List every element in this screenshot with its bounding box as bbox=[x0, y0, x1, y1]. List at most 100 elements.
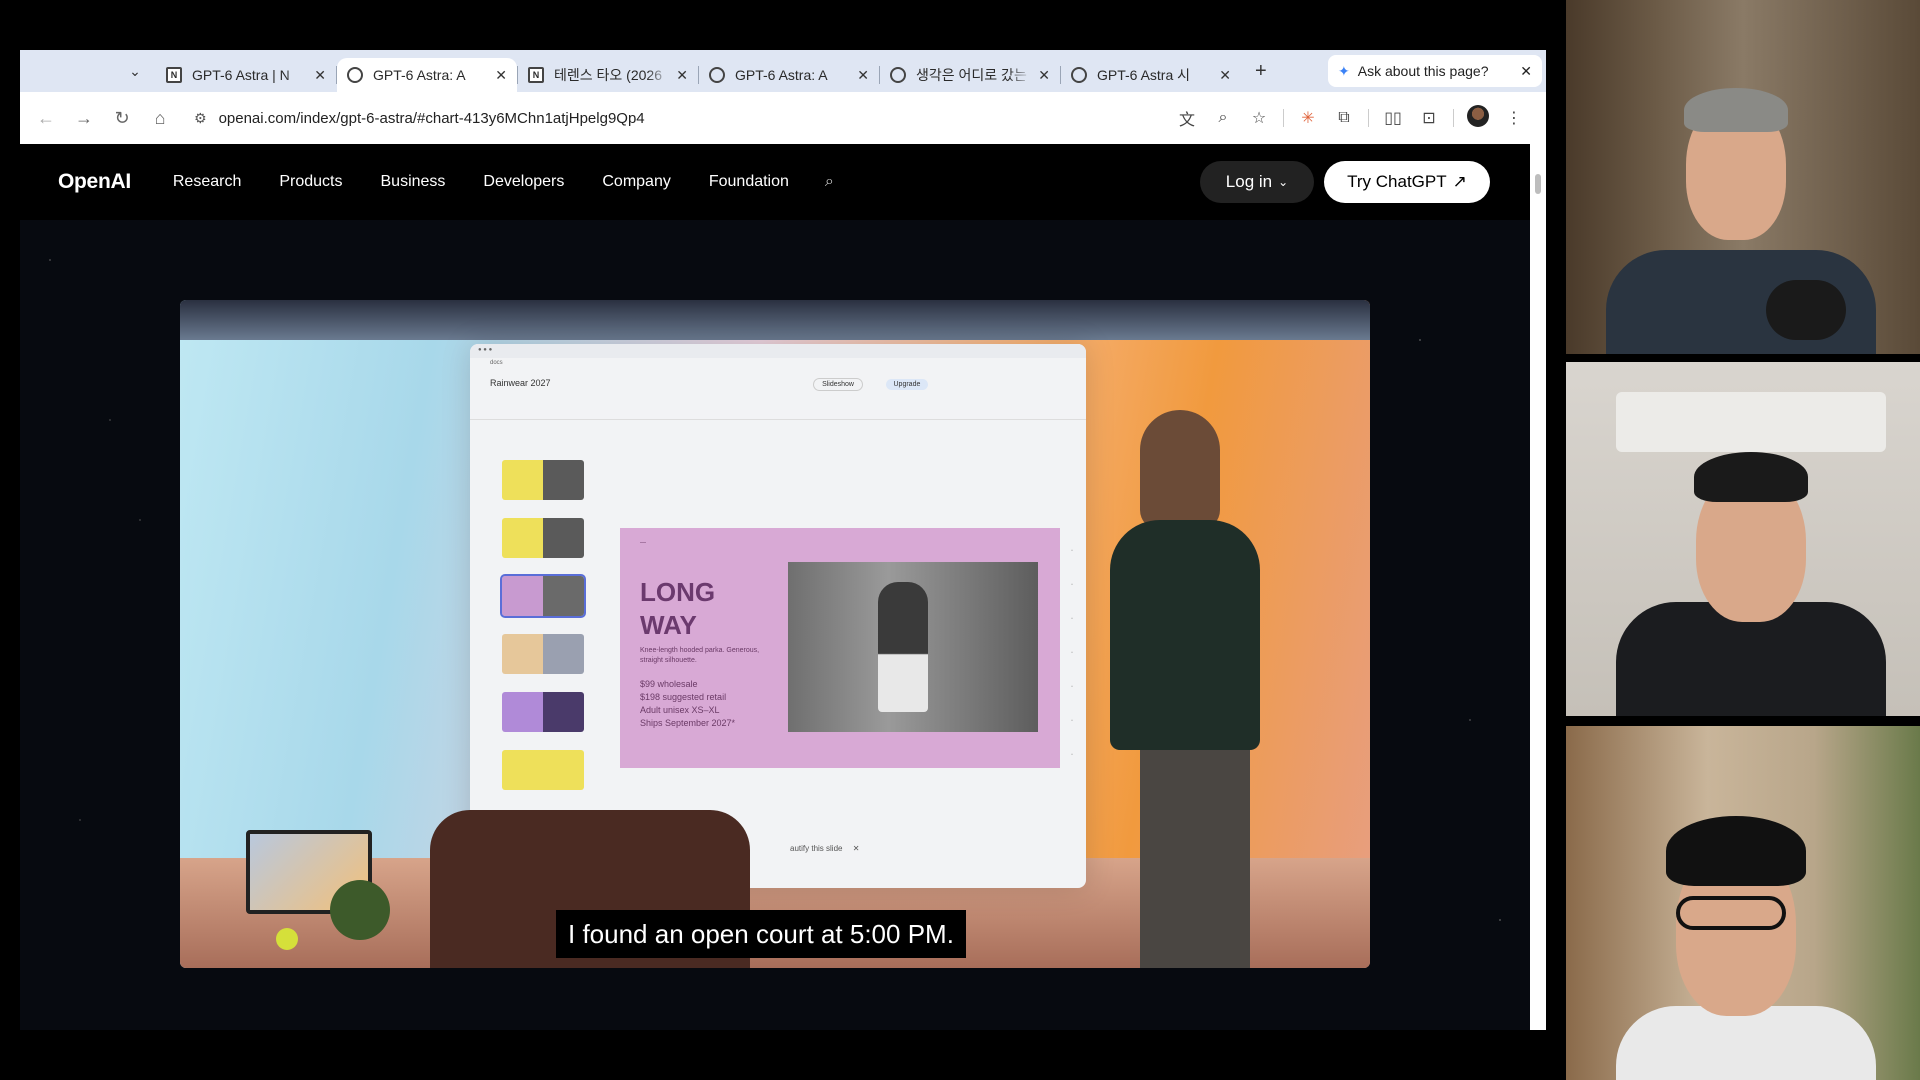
primary-nav: Research Products Business Developers Co… bbox=[173, 173, 789, 191]
login-button[interactable]: Log in ⌄ bbox=[1200, 161, 1314, 203]
video-ceiling bbox=[180, 300, 1370, 340]
projected-slides-app: ● ● ● docs Rainwear 2027 Slideshow Upgra… bbox=[470, 344, 1086, 888]
video-player[interactable]: ● ● ● docs Rainwear 2027 Slideshow Upgra… bbox=[180, 300, 1370, 968]
profile-avatar[interactable] bbox=[1460, 104, 1496, 132]
ask-about-page-button[interactable]: ✦ Ask about this page? ✕ bbox=[1328, 55, 1542, 87]
back-icon[interactable]: ← bbox=[32, 108, 60, 129]
divider bbox=[1283, 109, 1284, 127]
notion-favicon-icon: N bbox=[528, 67, 544, 83]
translate-icon[interactable]: 文 bbox=[1169, 106, 1205, 130]
slide-prices: $99 wholesale $198 suggested retail Adul… bbox=[640, 678, 735, 730]
model-figure bbox=[878, 582, 928, 712]
try-chatgpt-button[interactable]: Try ChatGPT ↗ bbox=[1324, 161, 1490, 203]
ask-label: Ask about this page? bbox=[1357, 63, 1489, 79]
browser-tab[interactable]: GPT-6 Astra 시 ✕ bbox=[1061, 58, 1241, 92]
home-icon[interactable]: ⌂ bbox=[146, 108, 174, 129]
reading-mode-icon[interactable]: ▯▯ bbox=[1375, 108, 1411, 128]
price-line: $198 suggested retail bbox=[640, 692, 727, 703]
hair bbox=[1684, 88, 1788, 132]
upgrade-button: Upgrade bbox=[885, 379, 929, 390]
menu-kebab-icon[interactable]: ⋮ bbox=[1496, 108, 1532, 128]
arrow-up-right-icon: ↗ bbox=[1452, 172, 1467, 191]
thumbnail bbox=[502, 750, 584, 790]
address-bar[interactable]: ⚙ openai.com/index/gpt-6-astra/#chart-41… bbox=[194, 100, 1174, 136]
nav-company[interactable]: Company bbox=[602, 173, 670, 191]
slide-side-rail: ▫ ▫ ▫ ▫ ▫ ▫ ▫ bbox=[1071, 548, 1073, 758]
site-info-icon[interactable]: ⚙ bbox=[194, 110, 207, 127]
thumbnail bbox=[500, 574, 586, 618]
close-icon[interactable]: ✕ bbox=[676, 67, 688, 84]
close-icon[interactable]: ✕ bbox=[495, 67, 507, 84]
forward-icon[interactable]: → bbox=[70, 108, 98, 129]
screenshot-icon[interactable]: ⊡ bbox=[1411, 108, 1447, 128]
nav-research[interactable]: Research bbox=[173, 173, 241, 191]
tab-title: 테렌스 타오 (2026 bbox=[554, 67, 662, 83]
glasses bbox=[1676, 896, 1786, 930]
toolbar-icons: 文 ⌕ ☆ ✳ ⧉ ▯▯ ⊡ ⋮ bbox=[1169, 102, 1532, 134]
browser-tab[interactable]: N GPT-6 Astra | N ✕ bbox=[156, 58, 336, 92]
price-line: Ships September 2027* bbox=[640, 718, 736, 729]
slide-thumbnails bbox=[488, 460, 586, 808]
reload-icon[interactable]: ↻ bbox=[108, 108, 136, 129]
beautify-prompt: autify this slide ✕ bbox=[790, 844, 859, 853]
zoom-icon[interactable]: ⌕ bbox=[1205, 109, 1241, 127]
microphone-icon bbox=[1766, 280, 1846, 340]
openai-logo[interactable]: OpenAI bbox=[58, 170, 131, 194]
nav-foundation[interactable]: Foundation bbox=[709, 173, 789, 191]
openai-favicon-icon bbox=[347, 67, 363, 83]
tennis-ball bbox=[276, 928, 298, 950]
openai-favicon-icon bbox=[709, 67, 725, 83]
hair bbox=[1694, 452, 1808, 502]
scroll-thumb[interactable] bbox=[1535, 174, 1541, 194]
cta-label: Try ChatGPT bbox=[1347, 172, 1447, 191]
trousers bbox=[1140, 750, 1250, 968]
close-icon[interactable]: ✕ bbox=[1520, 63, 1532, 80]
tab-title: GPT-6 Astra: A bbox=[735, 67, 828, 83]
close-icon[interactable]: ✕ bbox=[1219, 67, 1231, 84]
nav-business[interactable]: Business bbox=[381, 173, 446, 191]
projected-address: docs bbox=[490, 360, 503, 366]
slide-title-line: WAY bbox=[640, 609, 697, 640]
globe-favicon-icon bbox=[1071, 67, 1087, 83]
close-icon[interactable]: ✕ bbox=[857, 67, 869, 84]
extensions-puzzle-icon[interactable]: ⧉ bbox=[1326, 109, 1362, 127]
globe-favicon-icon bbox=[890, 67, 906, 83]
projected-menu: Rainwear 2027 Slideshow Upgrade bbox=[470, 372, 1086, 402]
active-slide: — LONG WAY Knee-length hooded parka. Gen… bbox=[620, 528, 1060, 768]
close-icon[interactable]: ✕ bbox=[314, 67, 326, 84]
thumbnail bbox=[502, 460, 584, 500]
woman-figure bbox=[1100, 410, 1280, 968]
search-icon[interactable]: ⌕ bbox=[825, 173, 834, 191]
login-label: Log in bbox=[1225, 172, 1273, 191]
deck-title: Rainwear 2027 bbox=[490, 378, 551, 388]
video-caption: I found an open court at 5:00 PM. bbox=[556, 910, 966, 958]
close-icon: ✕ bbox=[852, 844, 860, 853]
thumbnail bbox=[502, 692, 584, 732]
tab-search-icon[interactable]: ⌄ bbox=[122, 58, 148, 84]
slide-photo bbox=[788, 562, 1038, 732]
sparkle-icon: ✦ bbox=[1338, 62, 1350, 79]
bookmark-star-icon[interactable]: ☆ bbox=[1241, 108, 1277, 128]
nav-products[interactable]: Products bbox=[279, 173, 342, 191]
browser-tab[interactable]: 생각은 어디로 갔는 ✕ bbox=[880, 58, 1060, 92]
hair bbox=[1666, 816, 1806, 886]
nav-developers[interactable]: Developers bbox=[483, 173, 564, 191]
air-conditioner bbox=[1616, 392, 1886, 452]
projected-tabs: ● ● ● bbox=[470, 344, 1086, 358]
page-scrollbar[interactable] bbox=[1530, 144, 1546, 1030]
browser-tab[interactable]: GPT-6 Astra: A ✕ bbox=[699, 58, 879, 92]
thumbnail bbox=[502, 634, 584, 674]
plant bbox=[330, 880, 390, 940]
notion-favicon-icon: N bbox=[166, 67, 182, 83]
tab-title: GPT-6 Astra | N bbox=[192, 67, 290, 83]
browser-tab[interactable]: N 테렌스 타오 (2026 ✕ bbox=[518, 58, 698, 92]
browser-tab[interactable]: GPT-6 Astra: A ✕ bbox=[337, 58, 517, 92]
extension-claude-icon[interactable]: ✳ bbox=[1290, 108, 1326, 128]
close-icon[interactable]: ✕ bbox=[1038, 67, 1050, 84]
slide-title: LONG WAY bbox=[640, 576, 715, 641]
jacket bbox=[1110, 520, 1260, 750]
price-line: $99 wholesale bbox=[640, 679, 698, 689]
new-tab-icon[interactable]: + bbox=[1255, 60, 1267, 83]
tab-title: 생각은 어디로 갔는 bbox=[916, 67, 1027, 83]
participant-video-1 bbox=[1566, 0, 1920, 354]
